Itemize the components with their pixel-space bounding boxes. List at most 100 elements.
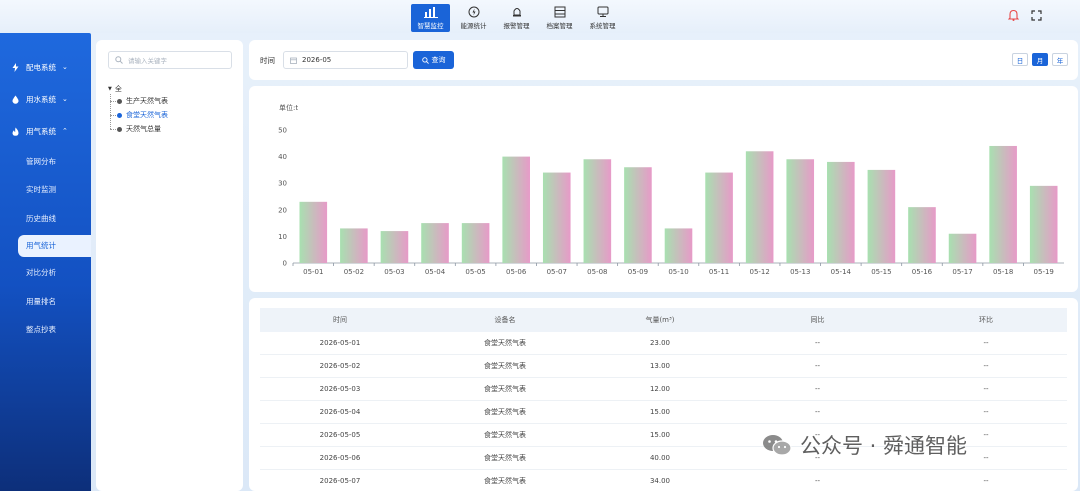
view-day-label: 日	[1016, 56, 1024, 65]
tree-node-production-gas[interactable]: 生产天然气表	[108, 94, 168, 108]
table-cell: --	[983, 339, 989, 347]
table-row[interactable]: 2026-05-01 食堂天然气表 23.00 -- --	[260, 332, 1067, 355]
watermark: 公众号 · 舜通智能	[762, 430, 967, 460]
fullscreen-icon[interactable]	[1031, 9, 1042, 21]
nav-item-monitor[interactable]: 智慧监控	[411, 4, 450, 32]
table-cell: 2026-05-07	[319, 477, 361, 485]
table-cell: 23.00	[649, 339, 671, 347]
data-table: 时间 设备名 气量(m³) 同比 环比 2026-05-01 食堂天然气表 23.0…	[260, 308, 1067, 491]
x-tick-label: 05-01	[303, 268, 323, 276]
table-cell: 2026-05-06	[319, 454, 361, 462]
table-row[interactable]: 2026-05-03 食堂天然气表 12.00 -- --	[260, 378, 1067, 401]
bar-05-18[interactable]	[989, 145, 1017, 263]
x-tick-label: 05-07	[547, 268, 567, 276]
x-tick-label: 05-04	[425, 268, 446, 276]
bell-icon[interactable]	[1008, 9, 1019, 21]
bar-05-11[interactable]	[705, 172, 733, 263]
caret-down-icon: ▼	[108, 85, 112, 92]
tree-node-canteen-gas[interactable]: 食堂天然气表	[108, 108, 168, 122]
table-cell: 40.00	[649, 454, 671, 462]
x-tick-label: 05-05	[465, 268, 485, 276]
tree-node-label: 天然气总量	[126, 125, 161, 133]
sidebar-group-gas[interactable]: 用气系统 ⌃	[0, 115, 91, 147]
nav-label: 系统管理	[589, 22, 616, 30]
x-tick-label: 05-03	[384, 268, 404, 276]
table-cell: 2026-05-02	[319, 362, 361, 370]
nav-label: 智慧监控	[417, 22, 444, 30]
nav-item-archive[interactable]: 档案管理	[540, 4, 579, 32]
bar-05-01[interactable]	[299, 201, 328, 263]
bar-chart-icon	[423, 7, 438, 18]
view-month-button[interactable]: 月	[1032, 53, 1048, 66]
bar-05-12[interactable]	[745, 151, 774, 263]
view-toggle: 日 月 年	[1012, 53, 1068, 66]
y-tick-label: 50	[278, 127, 287, 135]
tree-root[interactable]: ▼ 全	[108, 83, 168, 94]
table-cell: 食堂天然气表	[484, 408, 526, 416]
column-header-yoy: 同比	[810, 316, 825, 324]
x-tick-label: 05-16	[912, 268, 933, 276]
nav-item-system[interactable]: 系统管理	[583, 4, 622, 32]
data-table-panel: 时间 设备名 气量(m³) 同比 环比 2026-05-01 食堂天然气表 23.0…	[249, 298, 1078, 491]
sidebar-item-history[interactable]: 历史曲线	[0, 204, 91, 233]
bar-05-02[interactable]	[340, 228, 368, 263]
tree-root-label: 全	[114, 84, 122, 93]
bar-05-05[interactable]	[461, 223, 490, 263]
table-cell: 12.00	[649, 385, 671, 393]
query-button[interactable]: 查询	[413, 51, 454, 69]
view-day-button[interactable]: 日	[1012, 53, 1028, 66]
sidebar-group-label: 用水系统	[26, 94, 56, 104]
table-cell: --	[814, 477, 821, 485]
table-cell: 食堂天然气表	[484, 454, 526, 462]
bar-05-19[interactable]	[1029, 185, 1058, 263]
tree-node-gas-total[interactable]: 天然气总量	[108, 122, 168, 136]
lightning-icon	[12, 62, 19, 72]
x-tick-label: 05-11	[709, 268, 729, 276]
bar-05-08[interactable]	[583, 159, 612, 263]
nav-label: 报警管理	[503, 22, 530, 30]
bar-05-06[interactable]	[502, 156, 530, 263]
bar-05-10[interactable]	[664, 228, 693, 263]
sidebar-group-water[interactable]: 用水系统 ⌄	[0, 83, 91, 115]
sidebar-item-compare[interactable]: 对比分析	[0, 259, 91, 288]
search-icon	[421, 56, 429, 64]
x-tick-label: 05-15	[871, 268, 891, 276]
chart-panel: 单位:t 0 10 20 30 40 50 05-01 05-02 05-03 05-04 05-…	[249, 86, 1078, 292]
y-tick-label: 0	[283, 260, 287, 268]
x-tick-label: 05-10	[668, 268, 688, 276]
month-picker[interactable]: 2026-05	[283, 51, 408, 69]
x-tick-label: 05-08	[587, 268, 607, 276]
table-row[interactable]: 2026-05-04 食堂天然气表 15.00 -- --	[260, 401, 1067, 424]
water-drop-icon	[12, 95, 19, 104]
month-value: 2026-05	[302, 56, 332, 64]
device-tree: ▼ 全 生产天然气表 食堂天然气表 天然气总量	[108, 83, 168, 136]
x-tick-label: 05-19	[1034, 268, 1054, 276]
sidebar-item-ranking[interactable]: 用量排名	[0, 287, 91, 316]
tree-node-label: 生产天然气表	[126, 97, 168, 105]
bar-05-15[interactable]	[867, 169, 896, 263]
sidebar-item-gas-stats[interactable]: 用气统计	[18, 234, 91, 257]
nav-item-energy[interactable]: 能源统计	[454, 4, 493, 32]
table-cell: --	[983, 362, 989, 370]
sidebar-item-meter-reading[interactable]: 整点抄表	[0, 316, 91, 345]
bar-05-03[interactable]	[380, 231, 409, 263]
x-tick-label: 05-09	[628, 268, 648, 276]
table-cell: 13.00	[649, 362, 671, 370]
bar-05-09[interactable]	[624, 167, 652, 263]
view-year-label: 年	[1056, 56, 1064, 65]
sidebar-item-pipe-network[interactable]: 管网分布	[0, 147, 91, 176]
bar-05-07[interactable]	[542, 172, 571, 263]
table-row[interactable]: 2026-05-07 食堂天然气表 34.00 -- --	[260, 470, 1067, 491]
nav-item-alarm[interactable]: 报警管理	[497, 4, 536, 32]
table-row[interactable]: 2026-05-02 食堂天然气表 13.00 -- --	[260, 355, 1067, 378]
bar-05-14[interactable]	[827, 161, 855, 263]
bar-05-13[interactable]	[786, 159, 815, 263]
tree-search-input[interactable]: 请输入关键字	[108, 51, 232, 69]
bar-05-16[interactable]	[908, 207, 936, 263]
table-cell: 食堂天然气表	[484, 362, 526, 370]
sidebar-item-realtime[interactable]: 实时监测	[0, 176, 91, 205]
view-year-button[interactable]: 年	[1052, 53, 1068, 66]
bar-05-04[interactable]	[421, 223, 449, 263]
bar-05-17[interactable]	[948, 233, 977, 263]
sidebar-group-power[interactable]: 配电系统 ⌄	[0, 51, 91, 83]
